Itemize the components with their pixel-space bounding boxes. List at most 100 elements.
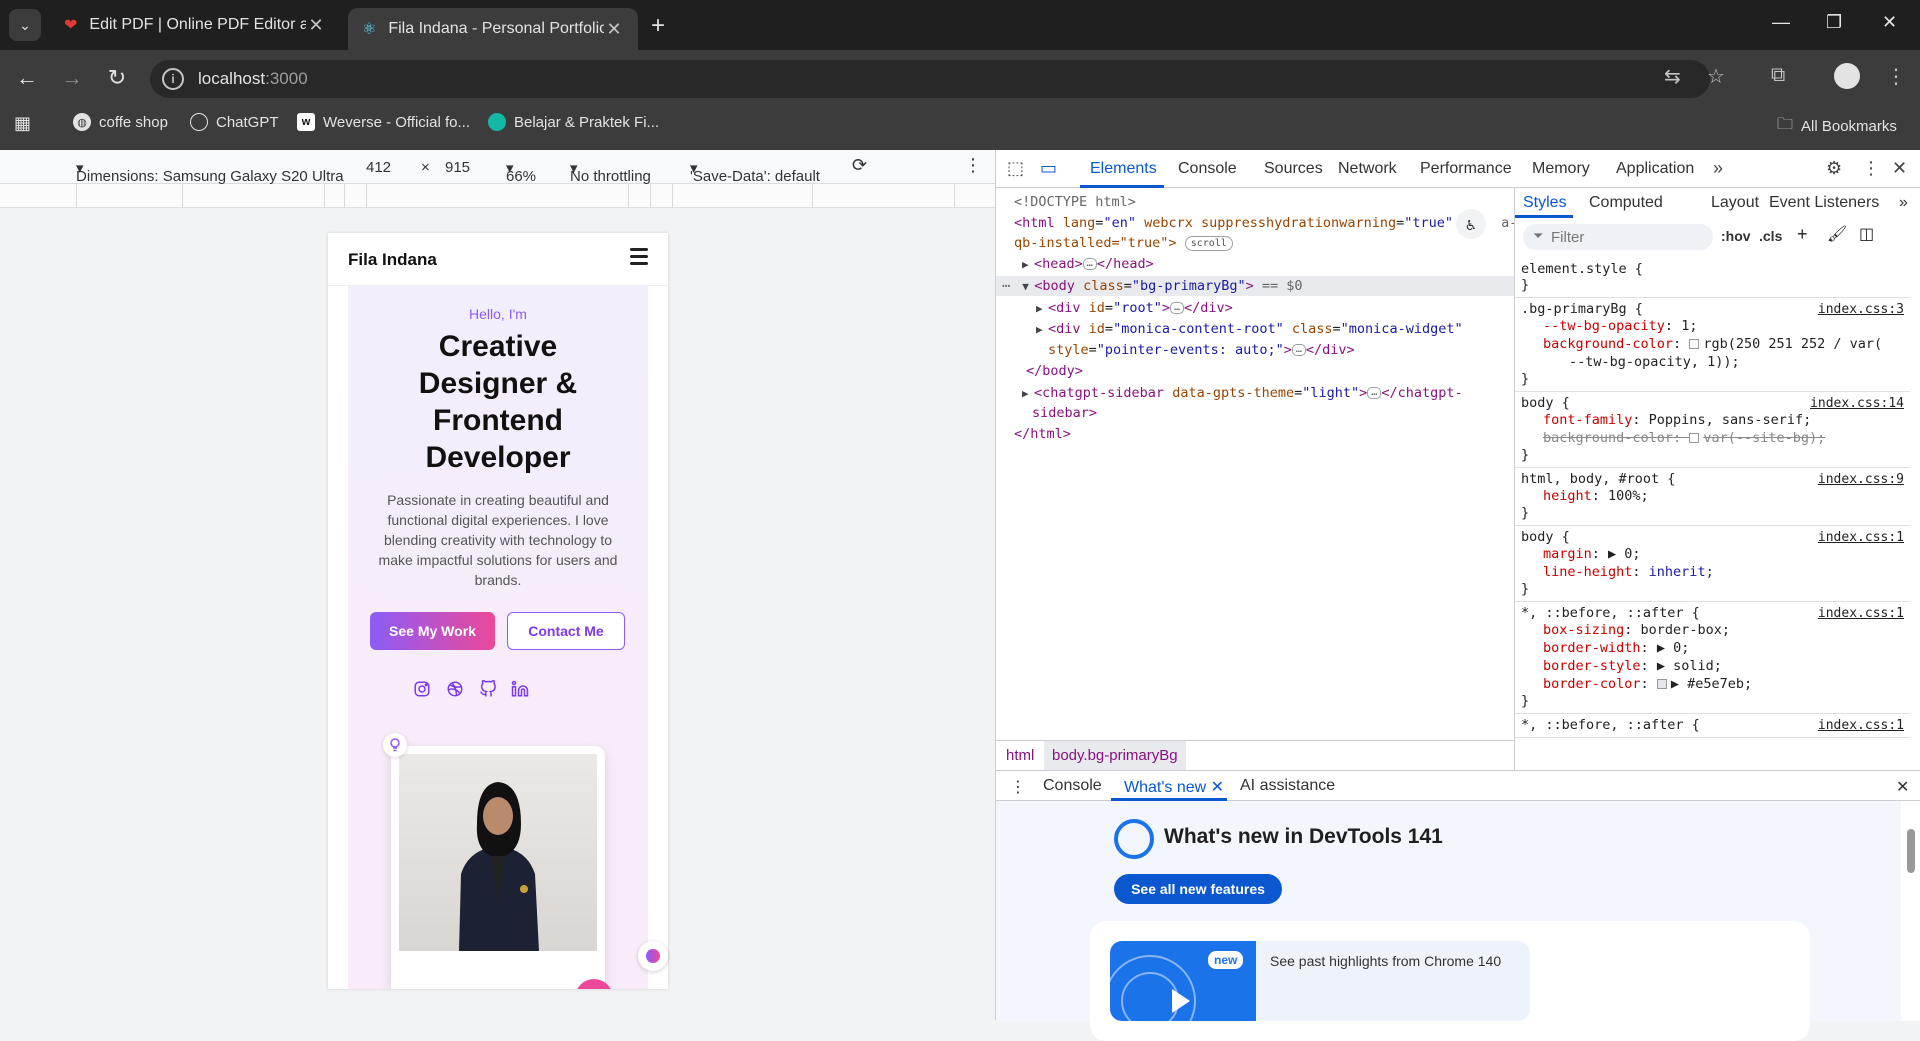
settings-gear-icon[interactable]: ⚙ <box>1826 158 1842 179</box>
instagram-icon[interactable] <box>411 678 433 700</box>
drawer-tab-console[interactable]: Console <box>1043 777 1102 795</box>
body-node[interactable]: ⋯ ▼ <body class="bg-primaryBg"> == $0 <box>996 276 1514 296</box>
tab-console[interactable]: Console <box>1178 160 1237 178</box>
close-drawer-icon[interactable]: ✕ <box>1896 777 1909 797</box>
tab-search-button[interactable]: ⌄ <box>9 9 41 41</box>
sidebar-toggle-icon[interactable]: ◫ <box>1859 224 1874 244</box>
cls-button[interactable]: .cls <box>1759 228 1782 244</box>
save-data-select[interactable]: 'Save-Data': default ▾ <box>690 159 820 185</box>
head-node[interactable]: ▶ <head>… </head> <box>1022 254 1154 274</box>
more-tabs-icon[interactable]: » <box>1713 158 1723 179</box>
close-devtools-icon[interactable]: ✕ <box>1892 158 1907 179</box>
html-node[interactable]: <html lang="en" webcrx suppresshydration… <box>1014 213 1514 233</box>
tab-event-listeners[interactable]: Event Listeners <box>1769 194 1879 212</box>
monica-div-node[interactable]: ▶ <div id="monica-content-root" class="mo… <box>1036 319 1463 339</box>
close-tab-icon[interactable]: ✕ <box>306 15 326 36</box>
drawer-scrollbar[interactable] <box>1901 801 1920 1021</box>
past-highlights-item[interactable]: new See past highlights from Chrome 140 <box>1110 941 1530 1021</box>
forward-icon[interactable]: → <box>57 65 87 91</box>
bookmark-coffe-shop[interactable]: ◍ coffe shop <box>73 113 168 131</box>
bookmark-belajar[interactable]: Belajar & Praktek Fi... <box>488 113 659 131</box>
hov-button[interactable]: :hov <box>1721 228 1751 244</box>
new-tab-button[interactable]: + <box>651 12 665 40</box>
root-div-node[interactable]: ▶ <div id="root">… </div> <box>1036 298 1233 318</box>
dom-tree: <!DOCTYPE html> <html lang="en" webcrx s… <box>996 188 1514 738</box>
contact-me-button[interactable]: Contact Me <box>507 612 625 650</box>
star-icon[interactable]: ☆ <box>1707 64 1725 89</box>
linkedin-icon[interactable] <box>509 678 531 700</box>
devtools-menu-icon[interactable]: ⋮ <box>1862 158 1880 179</box>
more-styles-tabs-icon[interactable]: » <box>1899 194 1908 212</box>
drawer-tab-whats-new[interactable]: What's new ✕ <box>1124 777 1224 797</box>
height-input[interactable]: 915 <box>445 159 470 176</box>
minimize-icon[interactable]: — <box>1772 12 1790 33</box>
reload-icon[interactable]: ↻ <box>102 65 132 91</box>
tab-title: Fila Indana - Personal Portfolio <box>388 20 604 37</box>
extensions-icon[interactable]: ⧉ <box>1771 64 1785 87</box>
site-header: Fila Indana <box>328 233 668 286</box>
site-icon <box>488 113 506 131</box>
close-tab-icon[interactable]: ✕ <box>604 19 624 40</box>
styles-filter-input[interactable]: ⏷ Filter <box>1523 224 1713 250</box>
dribbble-icon[interactable] <box>444 678 466 700</box>
drawer-tab-ai-assistance[interactable]: AI assistance <box>1240 777 1335 795</box>
rotate-icon[interactable]: ⟳ <box>852 155 867 176</box>
tab-application[interactable]: Application <box>1616 160 1694 178</box>
rule-source-link[interactable]: index.css:9 <box>1818 472 1904 487</box>
tab-computed[interactable]: Computed <box>1589 194 1663 212</box>
restore-icon[interactable]: ❐ <box>1826 12 1842 33</box>
chatgpt-sidebar-node[interactable]: ▶ <chatgpt-sidebar data-gpts-theme="light… <box>1022 383 1463 403</box>
tab-sources[interactable]: Sources <box>1264 160 1323 178</box>
site-logo[interactable]: Fila Indana <box>348 250 437 270</box>
bookmark-chatgpt[interactable]: ChatGPT <box>190 113 279 131</box>
tab-portfolio[interactable]: ⚛ Fila Indana - Personal Portfolio ✕ <box>348 8 638 50</box>
zoom-select[interactable]: 66% ▾ <box>506 159 536 185</box>
hamburger-menu-icon[interactable] <box>630 248 648 269</box>
accessibility-icon[interactable]: ♿ <box>1456 209 1486 239</box>
tab-styles[interactable]: Styles <box>1523 194 1567 212</box>
tab-edit-pdf[interactable]: ❤ Edit PDF | Online PDF Editor and ✕ <box>50 6 340 44</box>
devtools-drawer: ⋮ Console What's new ✕ AI assistance ✕ W… <box>996 770 1920 1041</box>
rule-source-link[interactable]: index.css:1 <box>1818 606 1904 621</box>
device-select[interactable]: Dimensions: Samsung Galaxy S20 Ultra ▾ <box>76 159 344 185</box>
close-window-icon[interactable]: ✕ <box>1882 12 1897 33</box>
back-icon[interactable]: ← <box>12 65 42 91</box>
rule-source-link[interactable]: index.css:1 <box>1818 530 1904 545</box>
media-query-ruler[interactable] <box>0 184 995 208</box>
tab-layout[interactable]: Layout <box>1711 194 1759 212</box>
tab-memory[interactable]: Memory <box>1532 160 1590 178</box>
bookmark-weverse[interactable]: w Weverse - Official fo... <box>297 113 470 131</box>
address-bar[interactable]: i localhost:3000 <box>150 60 1710 98</box>
breadcrumb-html[interactable]: html <box>1006 747 1034 764</box>
width-input[interactable]: 412 <box>366 159 391 176</box>
site-info-icon[interactable]: i <box>162 68 184 90</box>
tab-elements[interactable]: Elements <box>1090 160 1157 178</box>
see-my-work-button[interactable]: See My Work <box>370 612 495 650</box>
breadcrumb-body[interactable]: body.bg-primaryBg <box>1044 741 1186 770</box>
css-rule: element.style { } <box>1515 258 1910 298</box>
apps-icon[interactable]: ▦ <box>14 113 31 134</box>
rule-source-link[interactable]: index.css:3 <box>1818 302 1904 317</box>
new-rule-icon[interactable]: + <box>1797 224 1808 245</box>
drawer-menu-icon[interactable]: ⋮ <box>1010 777 1026 797</box>
times-sign: × <box>421 159 430 176</box>
tab-network[interactable]: Network <box>1338 160 1397 178</box>
hero-section: Hello, I'm Creative Designer & Frontend … <box>348 286 648 989</box>
all-bookmarks[interactable]: 🗀 All Bookmarks <box>1777 113 1897 140</box>
more-options-icon[interactable]: ⋮ <box>964 155 982 176</box>
rule-source-link[interactable]: index.css:1 <box>1818 718 1904 733</box>
inspect-element-icon[interactable]: ⬚ <box>1007 158 1024 179</box>
kebab-menu-icon[interactable]: ⋮ <box>1886 64 1906 89</box>
paint-icon[interactable]: 🖌 <box>1827 224 1847 244</box>
device-toggle-icon[interactable]: ▭ <box>1040 158 1057 179</box>
hero-headline: Creative Designer & Frontend Developer <box>418 330 578 474</box>
throttling-select[interactable]: No throttling ▾ <box>570 159 651 185</box>
profile-avatar[interactable] <box>1834 63 1860 89</box>
tab-performance[interactable]: Performance <box>1420 160 1512 178</box>
see-all-features-button[interactable]: See all new features <box>1114 874 1282 904</box>
scroll-badge[interactable]: scroll <box>1184 235 1233 251</box>
translate-icon[interactable]: ⇆ <box>1664 64 1681 89</box>
rule-source-link[interactable]: index.css:14 <box>1810 396 1904 411</box>
monica-widget-icon[interactable] <box>638 941 668 971</box>
github-icon[interactable] <box>477 678 499 700</box>
